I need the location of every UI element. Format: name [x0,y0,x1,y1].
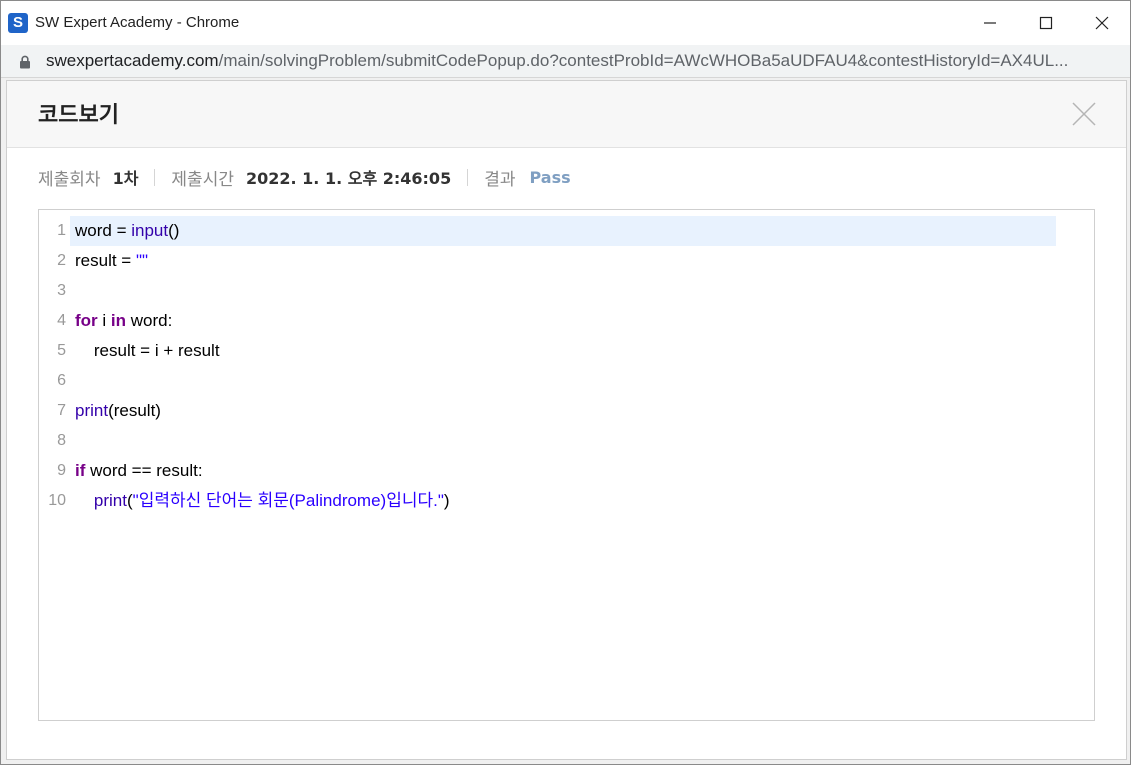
code-token: "입력하신 단어는 회문(Palindrome)입니다." [132,491,444,510]
line-number: 1 [57,222,66,239]
code-token: ) [443,491,450,510]
code-token: i [97,311,111,330]
code-view-popup: 코드보기 제출회차 1차 제출시간 2022. 1. 1. 오후 2:46:05… [6,80,1127,760]
popup-title: 코드보기 [38,103,119,128]
code-token: print [75,401,109,420]
code-text: for i in word: [70,306,1056,336]
code-line[interactable]: 5 result = i + result [39,336,1055,366]
time-label: 제출시간 [171,169,234,190]
code-token: result = [75,251,136,270]
url-host: swexpertacademy.com [46,51,219,70]
maximize-icon [1039,16,1053,30]
code-text: if word == result: [70,456,1056,486]
line-number: 5 [57,342,66,359]
code-text: print("입력하신 단어는 회문(Palindrome)입니다.") [70,486,1056,516]
code-token: input [131,221,169,240]
code-token: print [93,491,127,510]
code-token: (result) [108,401,161,420]
popup-header: 코드보기 [7,81,1126,148]
code-text: result = i + result [70,336,1056,366]
code-text: print(result) [70,396,1056,426]
minimize-icon [984,22,996,24]
line-number: 8 [57,432,66,449]
code-line[interactable]: 4 for i in word: [39,306,1055,336]
code-token: word == result: [85,461,203,480]
code-line[interactable]: 9 if word == result: [39,456,1055,486]
browser-window: S SW Expert Academy - Chrome swexpertaca… [0,0,1131,765]
code-token: () [168,221,180,240]
code-line[interactable]: 2 result = "" [39,246,1055,276]
code-text: result = "" [70,246,1056,276]
code-line[interactable]: 7 print(result) [39,396,1055,426]
app-logo-icon: S [8,13,28,33]
round-label: 제출회차 [38,169,101,190]
code-token: word = [75,221,132,240]
line-number: 3 [57,282,66,299]
code-line[interactable]: 3 [39,276,1055,306]
line-number: 10 [48,492,66,509]
submission-meta: 제출회차 1차 제출시간 2022. 1. 1. 오후 2:46:05 결과 P… [38,165,571,190]
line-number: 2 [57,252,66,269]
code-token: word: [126,311,173,330]
address-bar[interactable]: swexpertacademy.com/main/solvingProblem/… [1,45,1130,78]
result-status-badge: Pass [529,167,571,187]
code-line[interactable]: 8 [39,426,1055,456]
close-popup-icon[interactable] [1071,101,1097,127]
round-value: 1차 [112,169,139,188]
lock-icon [20,55,30,69]
code-line[interactable]: 10 print("입력하신 단어는 회문(Palindrome)입니다.") [39,486,1055,516]
url-text[interactable]: swexpertacademy.com/main/solvingProblem/… [46,51,1121,71]
title-bar[interactable]: S SW Expert Academy - Chrome [1,1,1130,45]
result-label: 결과 [484,169,516,190]
line-number: 9 [57,462,66,479]
time-value: 2022. 1. 1. 오후 2:46:05 [245,169,452,188]
url-path: /main/solvingProblem/submitCodePopup.do?… [218,51,1069,70]
window-title: SW Expert Academy - Chrome [35,14,240,31]
code-text: word = input() [70,216,1056,246]
minimize-button[interactable] [967,7,1013,39]
divider [154,168,156,186]
code-token: if [75,461,86,480]
line-number: 4 [57,312,66,329]
divider [467,168,469,186]
code-token: "" [135,251,149,270]
code-token: for [75,311,98,330]
line-number: 7 [57,402,66,419]
close-window-button[interactable] [1079,7,1125,39]
code-line[interactable]: 6 [39,366,1055,396]
line-number: 6 [57,372,66,389]
maximize-button[interactable] [1023,7,1069,39]
code-token: result = i + result [75,341,220,360]
code-editor[interactable]: 1 word = input() 2 result = "" 3 4 for i in wo… [38,209,1095,721]
code-line[interactable]: 1 word = input() [39,216,1056,246]
code-token: in [110,311,127,330]
close-icon [1095,16,1109,30]
